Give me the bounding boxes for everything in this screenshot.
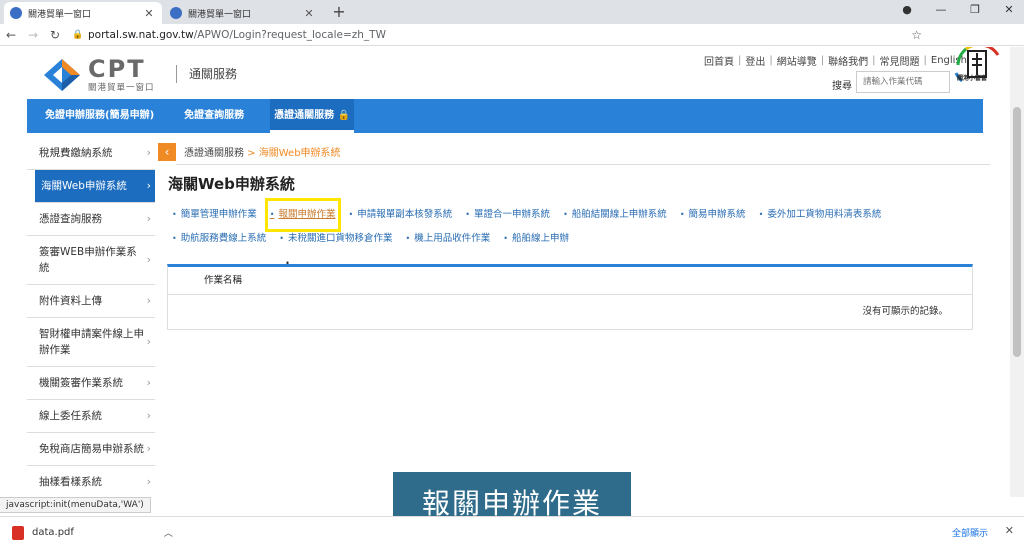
sidebar-item[interactable]: 憑證查詢服務 xyxy=(27,203,155,236)
download-bar: data.pdf ︿ 全部顯示 ✕ xyxy=(0,516,1024,548)
restore-icon[interactable]: ❐ xyxy=(966,3,984,16)
close-tab-icon[interactable]: ✕ xyxy=(142,7,156,20)
sidebar-item[interactable]: 稅規費繳納系統 xyxy=(27,137,155,170)
link-faq[interactable]: 常見問題 xyxy=(880,53,920,68)
function-link[interactable]: 申請報單副本核發系統 xyxy=(349,203,452,227)
sidebar-item-active[interactable]: 海關Web申辦系統 xyxy=(35,170,155,203)
sidebar-item[interactable]: 附件資料上傳 xyxy=(27,285,155,318)
tab-title: 關港貿單一窗口 xyxy=(28,9,92,20)
site-favicon-icon xyxy=(170,7,182,19)
cpt-logo-mark-icon xyxy=(40,57,84,93)
breadcrumb-root[interactable]: 憑證通關服務 xyxy=(184,148,244,159)
sidebar-item[interactable]: 智財權申請案件線上申辦作業 xyxy=(27,318,155,367)
url-path: /APWO/Login?request_locale=zh_TW xyxy=(193,28,386,41)
close-window-icon[interactable]: ✕ xyxy=(1000,3,1018,16)
collapse-sidebar-icon[interactable]: ‹ xyxy=(158,143,176,161)
link-logout[interactable]: 登出 xyxy=(745,53,765,68)
lock-icon: 🔒 xyxy=(72,29,84,40)
nav-item-query[interactable]: 免證查詢服務 xyxy=(180,99,248,133)
address-bar: ← → ↻ 🔒 portal.sw.nat.gov.tw/APWO/Login?… xyxy=(0,24,1024,46)
link-sitemap[interactable]: 網站導覽 xyxy=(777,53,817,68)
breadcrumb-sep: > xyxy=(244,148,259,159)
sidebar-item[interactable]: 簽審WEB申辦作業系統 xyxy=(27,236,155,285)
browser-tab-active[interactable]: 關港貿單一窗口 ✕ xyxy=(4,2,162,24)
logo-wordmark: CPT xyxy=(88,55,146,83)
logo-subtitle: 關港貿單一窗口 xyxy=(88,83,155,93)
back-icon[interactable]: ← xyxy=(0,28,22,42)
function-link[interactable]: 機上用品收件作業 xyxy=(406,227,490,251)
main-nav: 免證申辦服務(簡易申辦) 免證查詢服務 憑證通關服務 🔒 xyxy=(27,99,983,133)
function-link[interactable]: 單證合一申辦系統 xyxy=(465,203,550,227)
bookmark-star-icon[interactable]: ☆ xyxy=(911,28,922,42)
url-field[interactable]: 🔒 portal.sw.nat.gov.tw/APWO/Login?reques… xyxy=(72,29,386,41)
divider xyxy=(176,164,990,165)
nav-item-certificate[interactable]: 憑證通關服務 🔒 xyxy=(270,99,355,133)
search-label: 搜尋 xyxy=(832,81,852,92)
function-link[interactable]: 船舶線上申辦 xyxy=(503,227,569,251)
breadcrumb: 憑證通關服務 > 海關Web申辦系統 xyxy=(184,144,341,159)
chevron-up-icon[interactable]: ︿ xyxy=(164,526,173,539)
top-links: 回首頁 | 登出 | 網站導覽 | 聯絡我們 | 常見問題 | English xyxy=(704,53,967,68)
nav-item-simple[interactable]: 免證申辦服務(簡易申辦) xyxy=(41,99,158,133)
page-scrollbar[interactable] xyxy=(1010,47,1024,497)
function-link[interactable]: 未稅關進口貨物移倉作業 xyxy=(279,227,393,251)
status-url: javascript:init(menuData,'WA') xyxy=(0,497,151,513)
function-link[interactable]: 助航服務費線上系統 xyxy=(172,227,267,251)
url-host: portal.sw.nat.gov.tw xyxy=(88,28,194,41)
function-link[interactable]: 簡易申辦系統 xyxy=(680,203,746,227)
download-file-name[interactable]: data.pdf xyxy=(32,527,74,538)
pdf-file-icon xyxy=(12,525,24,540)
tab-title: 關港貿單一窗口 xyxy=(188,9,252,20)
show-all-downloads-button[interactable]: 全部顯示 xyxy=(952,526,988,539)
close-tab-icon[interactable]: ✕ xyxy=(302,7,316,20)
function-link[interactable]: 船舶結關線上申辦系統 xyxy=(563,203,667,227)
function-link[interactable]: 委外加工貨物用料清表系統 xyxy=(759,203,881,227)
link-home[interactable]: 回首頁 xyxy=(704,53,734,68)
function-link[interactable]: 簡單管理申辦作業 xyxy=(172,203,257,227)
close-download-bar-icon[interactable]: ✕ xyxy=(1005,524,1014,537)
browser-tab-strip: 關港貿單一窗口 ✕ 關港貿單一窗口 ✕ + ● — ❐ ✕ xyxy=(0,0,1024,24)
site-title: 通關服務 xyxy=(176,65,237,83)
sidebar: 稅規費繳納系統 海關Web申辦系統 憑證查詢服務 簽審WEB申辦作業系統 附件資… xyxy=(27,137,155,497)
scrollbar-thumb[interactable] xyxy=(1013,107,1021,357)
table-header: 作業名稱 xyxy=(168,267,972,295)
browser-tab-inactive[interactable]: 關港貿單一窗口 ✕ xyxy=(164,2,322,24)
page-title: 海關Web申辦系統 xyxy=(168,175,295,193)
tab-search-icon[interactable]: ● xyxy=(898,3,916,16)
site-favicon-icon xyxy=(10,7,22,19)
sidebar-item[interactable]: 線上委任系統 xyxy=(27,400,155,433)
sidebar-item[interactable]: 抽樣看樣系統 xyxy=(27,466,155,497)
sidebar-item[interactable]: 機關簽審作業系統 xyxy=(27,367,155,400)
function-link-highlighted[interactable]: 報關申辦作業 xyxy=(264,198,341,232)
cpt-logo[interactable]: CPT 關港貿單一窗口 xyxy=(40,55,170,95)
search-input[interactable] xyxy=(856,71,950,93)
mascot-tag: 關港小窗窗 xyxy=(957,75,988,82)
breadcrumb-current: 海關Web申辦系統 xyxy=(258,148,341,159)
new-tab-button[interactable]: + xyxy=(330,3,348,21)
minimize-icon[interactable]: — xyxy=(932,3,950,16)
window-controls: ● — ❐ ✕ xyxy=(898,3,1018,16)
sidebar-item[interactable]: 免稅商店簡易申辦系統 xyxy=(27,433,155,466)
function-links: 簡單管理申辦作業 報關申辦作業 申請報單副本核發系統 單證合一申辦系統 船舶結關… xyxy=(172,198,972,251)
results-table: 作業名稱 沒有可顯示的記錄。 xyxy=(167,264,973,330)
forward-icon[interactable]: → xyxy=(22,28,44,42)
reload-icon[interactable]: ↻ xyxy=(44,28,66,42)
empty-message: 沒有可顯示的記錄。 xyxy=(168,295,972,329)
web-page: CPT 關港貿單一窗口 通關服務 回首頁 | 登出 | 網站導覽 | 聯絡我們 | 常見… xyxy=(0,47,1010,497)
link-contact[interactable]: 聯絡我們 xyxy=(828,53,868,68)
